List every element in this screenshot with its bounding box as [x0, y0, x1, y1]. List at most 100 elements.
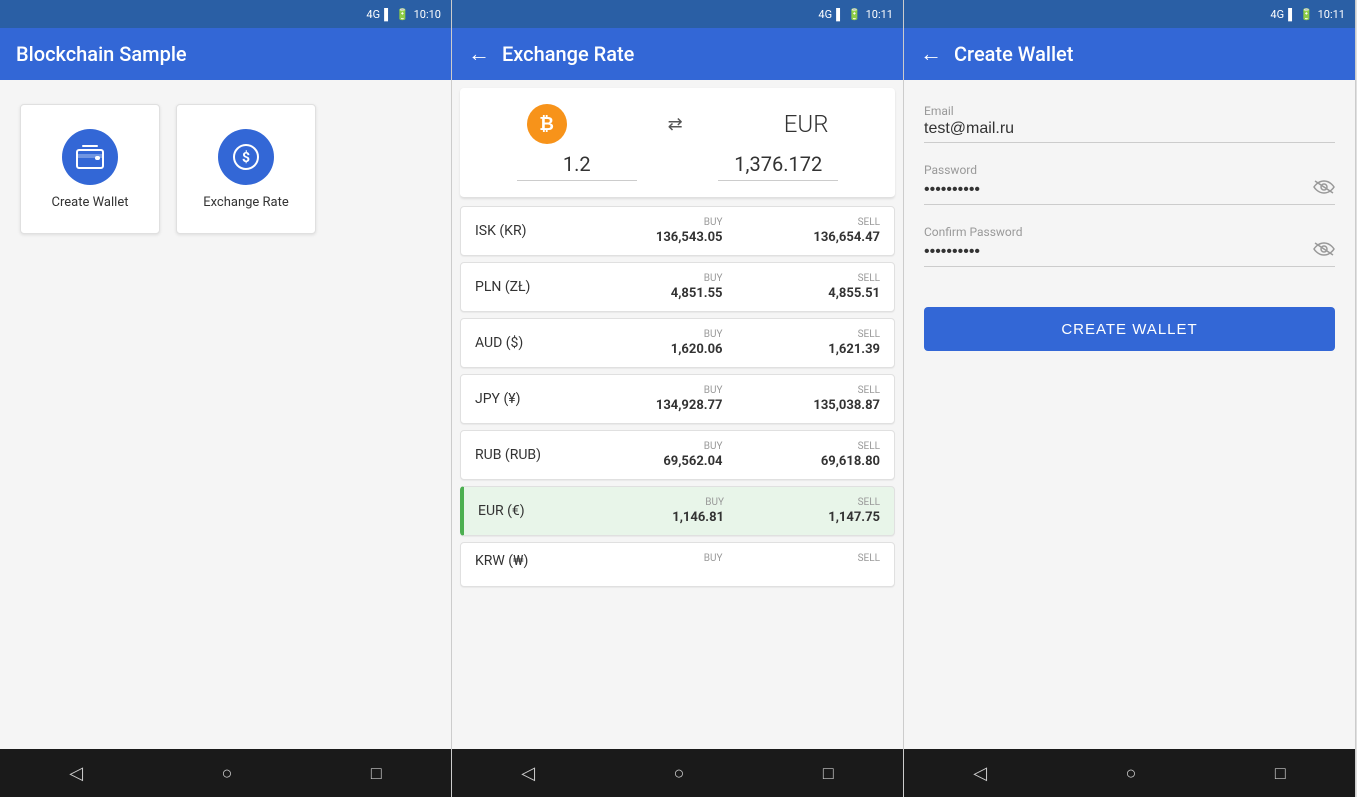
fiat-label: EUR [784, 110, 829, 138]
email-input[interactable] [924, 120, 1335, 138]
screen-exchange: 4G ▌ 🔋 10:11 ← Exchange Rate ₿ ⇄ EUR 1.2… [452, 0, 904, 797]
confirm-password-field-group: Confirm Password [924, 225, 1335, 267]
exchange-content: ₿ ⇄ EUR 1.2 1,376.172 ISK (KR) BUY 136,5… [452, 80, 903, 749]
confirm-password-input-wrap [924, 241, 1335, 267]
sell-label-isk: SELL [858, 217, 880, 228]
converter-section: ₿ ⇄ EUR 1.2 1,376.172 [460, 88, 895, 198]
currency-aud: AUD ($) [475, 335, 575, 351]
buysell-jpy: BUY 134,928.77 SELL 135,038.87 [575, 385, 880, 413]
status-bar-1: 4G ▌ 🔋 10:10 [0, 0, 451, 28]
buysell-rub: BUY 69,562.04 SELL 69,618.80 [575, 441, 880, 469]
screen-create-wallet: 4G ▌ 🔋 10:11 ← Create Wallet Email Passw… [904, 0, 1356, 797]
app-title-2: Exchange Rate [502, 42, 634, 66]
create-wallet-content: Email Password [904, 80, 1355, 749]
svg-text:$: $ [242, 149, 250, 166]
rate-row-krw[interactable]: KRW (₩) BUY SELL [460, 542, 895, 587]
buy-label-isk: BUY [704, 217, 723, 228]
email-label: Email [924, 104, 1335, 118]
currency-krw: KRW (₩) [475, 553, 575, 569]
rate-row-eur[interactable]: EUR (€) BUY 1,146.81 SELL 1,147.75 [460, 486, 895, 536]
time-2: 10:11 [866, 8, 893, 21]
app-title-1: Blockchain Sample [16, 42, 187, 66]
sell-col-jpy: SELL 135,038.87 [733, 385, 881, 413]
recent-button-3[interactable]: □ [1255, 755, 1306, 792]
home-button-2[interactable]: ○ [654, 755, 705, 792]
signal-icon-1: 4G [366, 8, 380, 21]
buysell-krw: BUY SELL [575, 553, 880, 566]
signal-icon-3: 4G [1270, 8, 1284, 21]
exchange-rate-card[interactable]: $ Exchange Rate [176, 104, 316, 234]
password-label: Password [924, 163, 1335, 177]
back-arrow-2[interactable]: ← [468, 41, 490, 67]
buysell-isk: BUY 136,543.05 SELL 136,654.47 [575, 217, 880, 245]
rate-row-rub[interactable]: RUB (RUB) BUY 69,562.04 SELL 69,618.80 [460, 430, 895, 480]
currency-jpy: JPY (¥) [475, 391, 575, 407]
password-input[interactable] [924, 181, 1313, 199]
back-button-2[interactable]: ◁ [501, 755, 555, 792]
signal-icon-2: 4G [818, 8, 832, 21]
convert-arrow: ⇄ [668, 114, 683, 135]
currency-isk: ISK (KR) [475, 223, 575, 239]
exchange-icon: $ [218, 129, 274, 185]
buysell-eur: BUY 1,146.81 SELL 1,147.75 [578, 497, 880, 525]
email-field-group: Email [924, 104, 1335, 143]
rates-list: ISK (KR) BUY 136,543.05 SELL 136,654.47 … [452, 206, 903, 587]
sell-col-aud: SELL 1,621.39 [733, 329, 881, 357]
confirm-password-input[interactable] [924, 243, 1313, 261]
create-wallet-button[interactable]: CREATE WALLET [924, 307, 1335, 351]
currency-pln: PLN (ZŁ) [475, 279, 575, 295]
buy-col-jpy: BUY 134,928.77 [575, 385, 723, 413]
rate-row-isk[interactable]: ISK (KR) BUY 136,543.05 SELL 136,654.47 [460, 206, 895, 256]
rate-row-pln[interactable]: PLN (ZŁ) BUY 4,851.55 SELL 4,855.51 [460, 262, 895, 312]
rate-row-aud[interactable]: AUD ($) BUY 1,620.06 SELL 1,621.39 [460, 318, 895, 368]
converter-values: 1.2 1,376.172 [476, 152, 879, 181]
back-arrow-3[interactable]: ← [920, 41, 942, 67]
status-bar-2: 4G ▌ 🔋 10:11 [452, 0, 903, 28]
buy-col-rub: BUY 69,562.04 [575, 441, 723, 469]
converter-top: ₿ ⇄ EUR [476, 104, 879, 144]
bottom-nav-2: ◁ ○ □ [452, 749, 903, 797]
home-button-3[interactable]: ○ [1106, 755, 1157, 792]
battery-icon-2: 🔋 [848, 8, 862, 21]
buy-val-isk: 136,543.05 [656, 230, 723, 245]
app-bar-3: ← Create Wallet [904, 28, 1355, 80]
bottom-nav-1: ◁ ○ □ [0, 749, 451, 797]
back-button-1[interactable]: ◁ [49, 755, 103, 792]
create-wallet-card[interactable]: Create Wallet [20, 104, 160, 234]
signal-bars-2: ▌ [836, 8, 844, 21]
back-button-3[interactable]: ◁ [953, 755, 1007, 792]
password-eye-icon[interactable] [1313, 179, 1335, 200]
confirm-password-eye-icon[interactable] [1313, 241, 1335, 262]
btc-icon: ₿ [527, 104, 567, 144]
signal-bars-3: ▌ [1288, 8, 1296, 21]
buysell-aud: BUY 1,620.06 SELL 1,621.39 [575, 329, 880, 357]
status-bar-3: 4G ▌ 🔋 10:11 [904, 0, 1355, 28]
app-title-3: Create Wallet [954, 42, 1073, 66]
screen-main: 4G ▌ 🔋 10:10 Blockchain Sample Create Wa… [0, 0, 452, 797]
rate-row-jpy[interactable]: JPY (¥) BUY 134,928.77 SELL 135,038.87 [460, 374, 895, 424]
buy-col-eur: BUY 1,146.81 [578, 497, 724, 525]
btc-amount[interactable]: 1.2 [517, 152, 637, 181]
buy-col-krw: BUY [575, 553, 723, 566]
buy-col-pln: BUY 4,851.55 [575, 273, 723, 301]
app-bar-2: ← Exchange Rate [452, 28, 903, 80]
signal-bars-1: ▌ [384, 8, 392, 21]
status-icons-2: 4G ▌ 🔋 10:11 [818, 8, 893, 21]
app-bar-1: Blockchain Sample [0, 28, 451, 80]
sell-col-krw: SELL [733, 553, 881, 566]
recent-button-2[interactable]: □ [803, 755, 854, 792]
recent-button-1[interactable]: □ [351, 755, 402, 792]
menu-grid: Create Wallet $ Exchange Rate [0, 80, 451, 258]
buy-col-aud: BUY 1,620.06 [575, 329, 723, 357]
sell-col-isk: SELL 136,654.47 [733, 217, 881, 245]
home-button-1[interactable]: ○ [202, 755, 253, 792]
battery-icon-3: 🔋 [1300, 8, 1314, 21]
fiat-amount[interactable]: 1,376.172 [718, 152, 838, 181]
sell-val-isk: 136,654.47 [813, 230, 880, 245]
main-content: Create Wallet $ Exchange Rate [0, 80, 451, 749]
confirm-password-label: Confirm Password [924, 225, 1335, 239]
time-1: 10:10 [414, 8, 441, 21]
status-icons-1: 4G ▌ 🔋 10:10 [366, 8, 441, 21]
bottom-nav-3: ◁ ○ □ [904, 749, 1355, 797]
buy-col-isk: BUY 136,543.05 [575, 217, 723, 245]
